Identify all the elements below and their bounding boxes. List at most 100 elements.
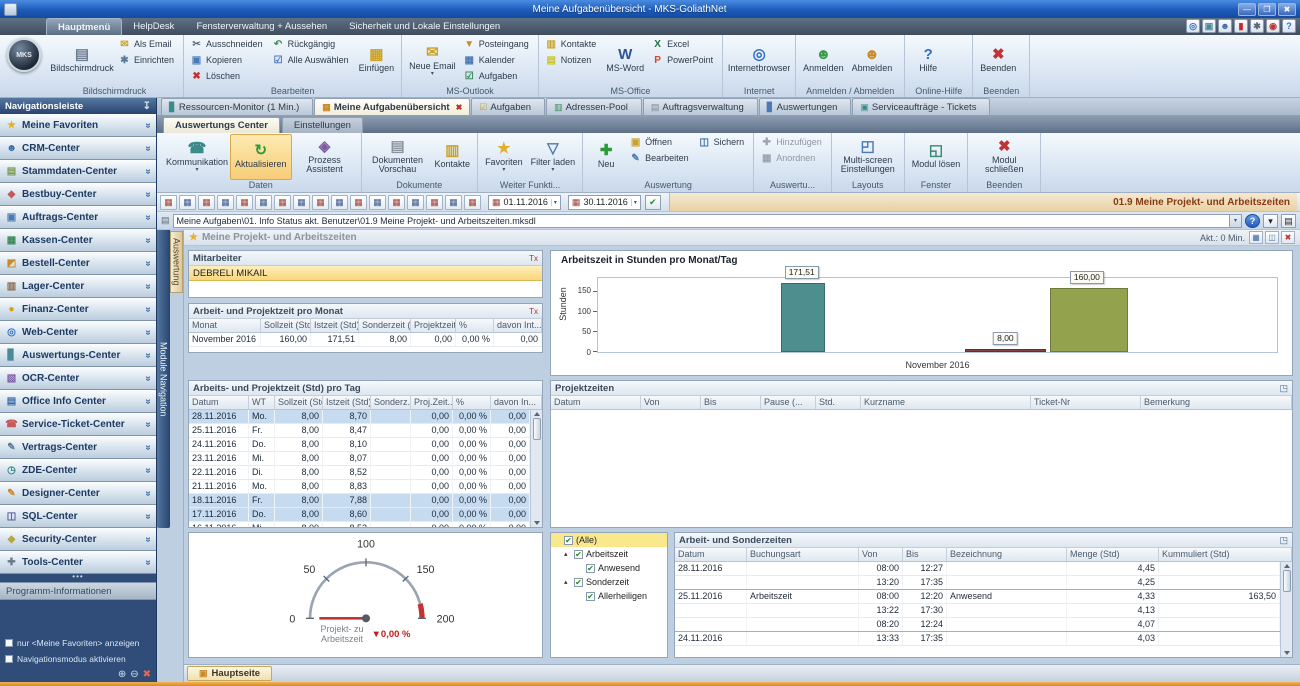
legend-item[interactable]: ✔ Allerheiligen <box>551 589 667 603</box>
calendar-preset-button[interactable]: ▦ <box>236 195 253 210</box>
document-tab[interactable]: ▣ Serviceaufträge - Tickets <box>852 98 990 115</box>
ribbon-button[interactable]: ✚ Neu <box>586 134 626 180</box>
vertical-scrollbar[interactable] <box>1280 562 1292 657</box>
ribbon-button[interactable]: ✖ Modul schließen <box>971 134 1037 180</box>
column-header[interactable]: Projektzeit... <box>411 319 456 332</box>
ribbon-button[interactable]: X Excel <box>648 36 719 52</box>
ribbon-button[interactable]: ▦ Kalender <box>460 52 535 68</box>
menu-tab[interactable]: Sicherheit und Lokale Einstellungen <box>338 18 511 35</box>
help-icon[interactable]: ? <box>1282 19 1296 33</box>
calendar-preset-button[interactable]: ▦ <box>464 195 481 210</box>
flag-icon[interactable]: ▮ <box>1234 19 1248 33</box>
bar-sonderzeit[interactable] <box>965 349 1046 352</box>
table-row[interactable]: 28.11.2016Mo.8,008,700,000,00 %0,00 <box>189 410 530 424</box>
apply-period-button[interactable]: ✔ <box>645 195 661 210</box>
column-header[interactable]: Bis <box>701 396 761 409</box>
ribbon-button[interactable]: ▦ Einfügen <box>355 36 399 86</box>
ribbon-button[interactable]: ? Hilfe <box>908 36 948 86</box>
ribbon-button[interactable]: ↻ Aktualisieren <box>230 134 292 180</box>
ribbon-button[interactable]: ▣ Öffnen <box>626 134 695 150</box>
dropdown-icon[interactable]: ▾ <box>1263 214 1278 228</box>
ribbon-button[interactable]: ✖ Löschen <box>187 68 269 84</box>
column-header[interactable]: Datum <box>675 548 747 561</box>
pin-icon[interactable]: ▤ <box>1281 214 1296 228</box>
close-tab-icon[interactable]: ✖ <box>456 103 463 112</box>
column-header[interactable]: Datum <box>189 396 249 409</box>
column-header[interactable]: Bemerkung <box>1141 396 1292 409</box>
checkbox[interactable]: ✔ <box>564 536 573 545</box>
close-icon[interactable]: ✖ <box>1281 231 1295 244</box>
column-header[interactable]: Istzeit (Std) <box>323 396 371 409</box>
zoom-in-icon[interactable]: ⊕ <box>118 669 126 681</box>
employee-row[interactable]: DEBRELI MIKAIL <box>189 266 542 281</box>
gear-icon[interactable]: ✱ <box>1250 19 1264 33</box>
sidebar-item[interactable]: ◷ ZDE-Center <box>0 459 156 482</box>
ribbon-button[interactable]: ▥ Kontakte <box>431 134 475 180</box>
clear-filter-icon[interactable]: Tx <box>529 307 538 316</box>
calendar-preset-button[interactable]: ▦ <box>445 195 462 210</box>
app-logo-orb[interactable]: MKS <box>7 38 41 72</box>
checkbox[interactable] <box>5 639 13 647</box>
module-tab[interactable]: Auswertungs Center <box>163 117 280 133</box>
calendar-preset-button[interactable]: ▦ <box>293 195 310 210</box>
checkbox[interactable] <box>5 655 13 663</box>
pin-icon[interactable]: ↧ <box>143 101 151 112</box>
menu-tab[interactable]: HelpDesk <box>122 18 185 35</box>
ribbon-button[interactable]: ◎ Internetbrowser <box>726 36 792 86</box>
ribbon-button[interactable]: ✚ Hinzufügen <box>757 134 828 150</box>
ribbon-button[interactable]: ◫ Sichern <box>695 134 751 150</box>
ribbon-button[interactable]: ▤ Bildschirmdruck <box>49 36 115 86</box>
ribbon-button[interactable]: ▼ Posteingang <box>460 36 535 52</box>
show-favorites-only-checkbox[interactable]: nur <Meine Favoriten> anzeigen <box>0 635 156 651</box>
close-icon[interactable]: ✖ <box>143 669 151 681</box>
table-row[interactable]: 13:2217:304,13 <box>675 604 1280 618</box>
document-tab[interactable]: ▥ Adressen-Pool <box>546 98 642 115</box>
document-tab[interactable]: ▊ Ressourcen-Monitor (1 Min.) <box>161 98 313 115</box>
sidebar-item[interactable]: ◩ Bestell-Center <box>0 252 156 275</box>
sidebar-item[interactable]: ☎ Service-Ticket-Center <box>0 413 156 436</box>
sidebar-item[interactable]: ▤ Office Info Center <box>0 390 156 413</box>
sidebar-item[interactable]: ✎ Designer-Center <box>0 482 156 505</box>
module-tab[interactable]: Einstellungen <box>282 117 363 133</box>
ribbon-button[interactable]: P PowerPoint <box>648 52 719 68</box>
column-header[interactable]: Std. <box>816 396 861 409</box>
export-icon[interactable]: ◳ <box>1279 535 1288 546</box>
column-header[interactable]: Menge (Std) <box>1067 548 1159 561</box>
table-row[interactable]: 16.11.2016Mi.8,008,520,000,00 %0,00 <box>189 522 530 527</box>
calendar-preset-button[interactable]: ▦ <box>369 195 386 210</box>
calendar-preset-button[interactable]: ▦ <box>179 195 196 210</box>
column-header[interactable]: Kummuliert (Std) <box>1159 548 1292 561</box>
legend-item[interactable]: ✔ (Alle) <box>551 533 667 547</box>
checkbox[interactable]: ✔ <box>574 550 583 559</box>
checkbox[interactable]: ✔ <box>574 578 583 587</box>
column-header[interactable]: Datum <box>551 396 641 409</box>
column-header[interactable]: Istzeit (Std) <box>311 319 359 332</box>
layout-icon[interactable]: ◫ <box>1265 231 1279 244</box>
column-header[interactable]: WT <box>249 396 275 409</box>
column-header[interactable]: Pause (... <box>761 396 816 409</box>
report-path-combobox[interactable]: Meine Aufgaben\01. Info Status akt. Benu… <box>173 214 1242 228</box>
legend-item[interactable]: ✔ Anwesend <box>551 561 667 575</box>
chevron-down-icon[interactable]: ▾ <box>1229 215 1241 227</box>
column-header[interactable]: Von <box>641 396 701 409</box>
checkbox[interactable]: ✔ <box>586 564 595 573</box>
ribbon-button[interactable]: ▽ Filter laden▾ <box>527 134 580 180</box>
calendar-preset-button[interactable]: ▦ <box>217 195 234 210</box>
ribbon-button[interactable]: ✉ Als Email <box>115 36 180 52</box>
column-header[interactable]: Bis <box>903 548 947 561</box>
table-row[interactable]: 28.11.201608:0012:274,45 <box>675 562 1280 576</box>
tree-expander-icon[interactable]: ▴ <box>564 578 571 586</box>
document-tab[interactable]: ☑ Aufgaben <box>471 98 545 115</box>
date-from-input[interactable]: ▦ 01.11.2016 ▾ <box>488 195 561 210</box>
table-row[interactable]: 24.11.201613:3317:354,03 <box>675 632 1280 646</box>
zoom-out-icon[interactable]: ⊖ <box>130 669 138 681</box>
calendar-preset-button[interactable]: ▦ <box>160 195 177 210</box>
sidebar-item[interactable]: ▊ Auswertungs-Center <box>0 344 156 367</box>
ribbon-button[interactable]: ◱ Modul lösen <box>908 134 965 180</box>
table-row[interactable]: 17.11.2016Do.8,008,600,000,00 %0,00 <box>189 508 530 522</box>
minimize-icon[interactable]: — <box>1238 3 1256 16</box>
ribbon-button[interactable]: ☎ Kommunikation▾ <box>164 134 230 180</box>
users-icon[interactable]: ☻ <box>1218 19 1232 33</box>
sidebar-item[interactable]: ▥ Lager-Center <box>0 275 156 298</box>
ribbon-button[interactable]: ★ Favoriten▾ <box>481 134 527 180</box>
